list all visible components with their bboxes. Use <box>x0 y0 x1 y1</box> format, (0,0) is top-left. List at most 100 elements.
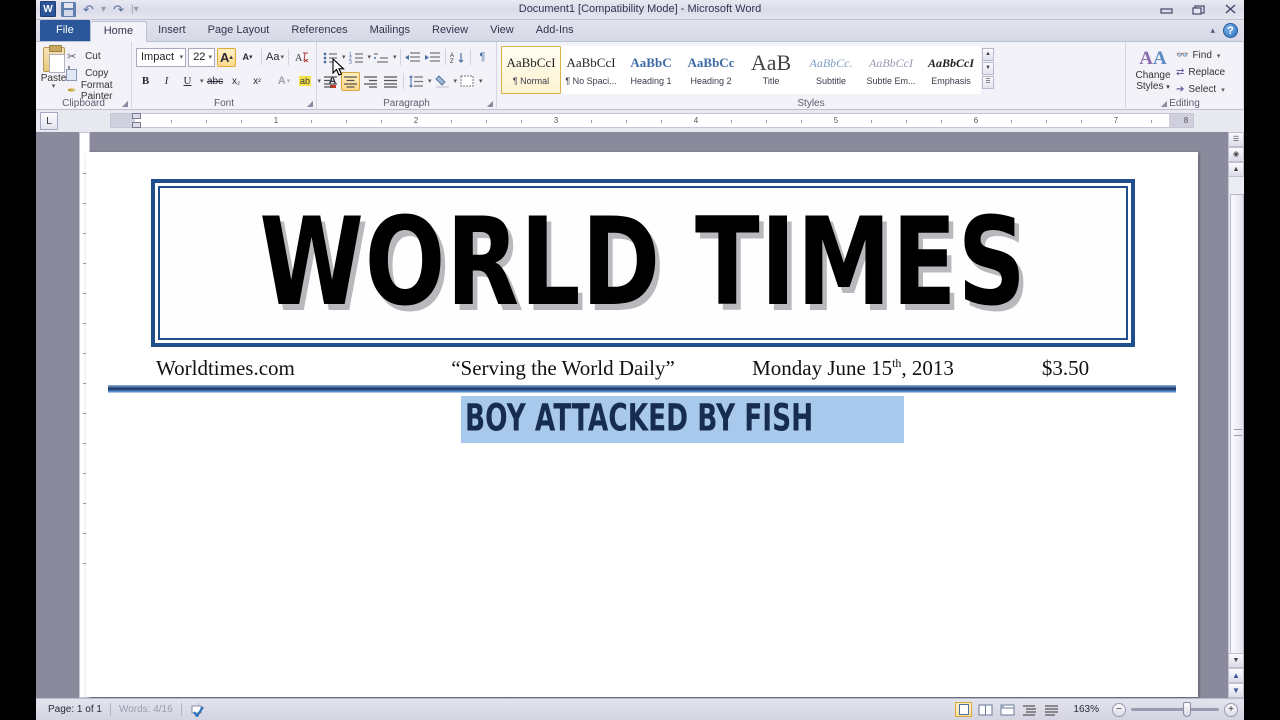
tab-add-ins[interactable]: Add-Ins <box>525 20 585 41</box>
style-no-spacing[interactable]: AaBbCcI ¶ No Spaci... <box>561 46 621 94</box>
clear-formatting-button[interactable]: A <box>293 48 312 67</box>
zoom-slider[interactable]: − + <box>1112 702 1238 717</box>
font-dialog-launcher[interactable]: ◢ <box>307 99 313 108</box>
zoom-out-button[interactable]: − <box>1112 702 1126 717</box>
zoom-track[interactable] <box>1131 702 1219 717</box>
headline-selection[interactable]: BOY ATTACKED BY FISH <box>461 396 905 443</box>
styles-scroll-controls[interactable]: ▲ ▼ ☰ <box>981 46 996 89</box>
numbering-button[interactable]: 123 <box>347 48 366 67</box>
shading-button[interactable] <box>433 72 452 91</box>
zoom-in-button[interactable]: + <box>1224 702 1238 717</box>
select-dropdown-icon[interactable]: ▾ <box>1221 86 1225 94</box>
tab-view[interactable]: View <box>479 20 525 41</box>
subscript-button[interactable]: x <box>227 72 246 91</box>
scroll-up-button[interactable]: ▲ <box>1228 162 1244 177</box>
numbering-dropdown-icon[interactable]: ▾ <box>368 53 372 61</box>
minimize-ribbon-icon[interactable]: ▴ <box>1210 25 1215 36</box>
text-highlight-color-button[interactable]: ab <box>296 72 315 91</box>
print-layout-view-button[interactable] <box>955 702 973 717</box>
minimize-button[interactable] <box>1156 1 1178 17</box>
style-subtitle[interactable]: AaBbCc. Subtitle <box>801 46 861 94</box>
clipboard-dialog-launcher[interactable]: ◢ <box>122 99 128 108</box>
zoom-level-label[interactable]: 163% <box>1065 704 1107 715</box>
style-normal[interactable]: AaBbCcI ¶ Normal <box>501 46 561 94</box>
select-button[interactable]: ➔ Select ▾ <box>1176 81 1225 98</box>
line-spacing-dropdown-icon[interactable]: ▾ <box>428 77 432 85</box>
tab-review[interactable]: Review <box>421 20 479 41</box>
first-line-indent-marker[interactable] <box>132 113 141 119</box>
restore-button[interactable] <box>1188 1 1210 17</box>
bold-button[interactable]: B <box>136 72 155 91</box>
page-indicator[interactable]: Page: 1 of 1 <box>40 704 110 715</box>
multilevel-dropdown-icon[interactable]: ▾ <box>393 53 397 61</box>
format-painter-button[interactable]: ✒ Format Painter <box>67 80 127 102</box>
replace-button[interactable]: ⇄ Replace <box>1176 64 1225 81</box>
underline-dropdown-icon[interactable]: ▾ <box>200 77 204 85</box>
select-browse-object-button[interactable]: ◉ <box>1228 147 1244 162</box>
change-styles-button[interactable]: AA Change Styles ▾ <box>1130 44 1176 93</box>
font-name-input[interactable]: Impact ▾ <box>136 47 187 67</box>
borders-button[interactable] <box>458 72 477 91</box>
style-emphasis[interactable]: AaBbCcI Emphasis <box>921 46 981 94</box>
outline-view-button[interactable] <box>1021 702 1038 717</box>
tab-page-layout[interactable]: Page Layout <box>197 20 281 41</box>
tab-insert[interactable]: Insert <box>147 20 197 41</box>
increase-indent-button[interactable] <box>423 48 442 67</box>
align-right-button[interactable] <box>361 72 380 91</box>
help-icon[interactable]: ? <box>1223 23 1238 38</box>
next-page-button[interactable]: ▼ <box>1228 683 1244 698</box>
document-area[interactable]: WORLD TIMES Worldtimes.com “Serving the … <box>36 132 1244 698</box>
cut-button[interactable]: ✂ Cut <box>67 48 127 65</box>
style-title[interactable]: AaB Title <box>741 46 801 94</box>
font-size-input[interactable]: 22 ▾ <box>188 47 215 67</box>
sort-button[interactable]: AZ <box>448 48 467 67</box>
window-controls[interactable] <box>1156 1 1242 17</box>
masthead-byline[interactable]: Worldtimes.com “Serving the World Daily”… <box>148 356 1138 381</box>
tab-references[interactable]: References <box>280 20 358 41</box>
proofing-errors-icon[interactable] <box>182 703 204 718</box>
close-button[interactable] <box>1220 1 1242 17</box>
superscript-button[interactable]: x <box>248 72 267 91</box>
styles-more-button[interactable]: ☰ <box>982 76 994 89</box>
chevron-down-icon[interactable]: ▾ <box>177 53 184 61</box>
styles-scroll-down-button[interactable]: ▼ <box>982 62 994 75</box>
status-right-controls[interactable]: 163% − + <box>955 702 1238 717</box>
zoom-handle[interactable] <box>1183 702 1191 717</box>
shrink-font-button[interactable]: A ▾ <box>238 48 257 67</box>
word-count-indicator[interactable]: Words: 4/16 <box>111 704 181 715</box>
shading-dropdown-icon[interactable]: ▾ <box>454 77 458 85</box>
text-effects-button[interactable]: A ▾ <box>275 72 294 91</box>
scrollbar-thumb[interactable] <box>1230 194 1244 664</box>
style-subtle-emphasis[interactable]: AaBbCcI Subtle Em... <box>861 46 921 94</box>
multilevel-list-button[interactable] <box>372 48 391 67</box>
style-heading-1[interactable]: AaBbC Heading 1 <box>621 46 681 94</box>
previous-page-button[interactable]: ▲ <box>1228 668 1244 683</box>
web-layout-view-button[interactable] <box>999 702 1016 717</box>
underline-button[interactable]: U <box>178 72 197 91</box>
styles-scroll-up-button[interactable]: ▲ <box>982 48 994 61</box>
show-formatting-marks-button[interactable]: ¶ <box>473 48 492 67</box>
tab-file[interactable]: File <box>40 20 90 41</box>
tab-home[interactable]: Home <box>89 21 148 42</box>
grow-font-button[interactable]: A ▴ <box>216 47 236 67</box>
style-heading-2[interactable]: AaBbCc Heading 2 <box>681 46 741 94</box>
paste-dropdown-icon[interactable]: ▾ <box>40 83 67 90</box>
borders-dropdown-icon[interactable]: ▾ <box>479 77 483 85</box>
document-page[interactable]: WORLD TIMES Worldtimes.com “Serving the … <box>86 152 1198 697</box>
styles-gallery[interactable]: AaBbCcI ¶ Normal AaBbCcI ¶ No Spaci... A… <box>501 44 1121 94</box>
chevron-down-icon[interactable]: ▾ <box>205 53 212 61</box>
italic-button[interactable]: I <box>157 72 176 91</box>
change-case-button[interactable]: Aa ▾ <box>265 48 284 67</box>
full-screen-reading-view-button[interactable] <box>977 702 994 717</box>
masthead-border-box[interactable]: WORLD TIMES <box>151 179 1135 347</box>
scroll-bottom-controls[interactable]: ▼ ▲ ▼ <box>1228 653 1244 698</box>
ribbon-tabs[interactable]: File Home Insert Page Layout References … <box>36 20 1244 42</box>
find-button[interactable]: 👓 Find ▾ <box>1176 47 1225 64</box>
decrease-indent-button[interactable] <box>403 48 422 67</box>
vertical-scrollbar[interactable]: ☰ ◉ ▲ ▼ ▲ ▼ <box>1228 132 1244 698</box>
ribbon-help-area[interactable]: ▴ ? <box>1210 23 1238 38</box>
paragraph-dialog-launcher[interactable]: ◢ <box>487 99 493 108</box>
strikethrough-button[interactable]: abc <box>206 72 225 91</box>
find-dropdown-icon[interactable]: ▾ <box>1217 52 1221 60</box>
tab-selector-button[interactable]: L <box>40 112 58 130</box>
